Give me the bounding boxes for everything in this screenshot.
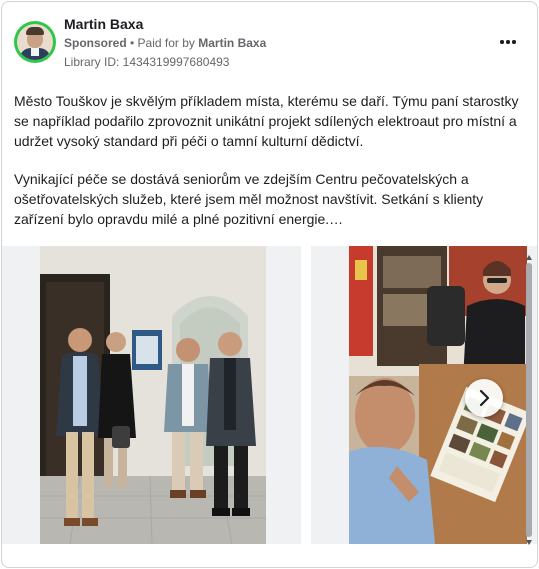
author-name[interactable]: Martin Baxa (64, 16, 143, 32)
scrollbar[interactable] (525, 255, 533, 547)
post-body: Město Touškov je skvělým příkladem místa… (14, 91, 524, 247)
sponsored-label: Sponsored (64, 36, 127, 50)
paid-for-name: Martin Baxa (198, 36, 267, 50)
scroll-up-icon[interactable] (526, 255, 532, 260)
avatar-photo (17, 24, 53, 60)
more-options-icon[interactable] (497, 32, 519, 52)
carousel-slide[interactable] (2, 246, 301, 544)
meta-separator: • (126, 36, 138, 50)
chevron-right-icon (479, 389, 490, 407)
ad-card: Martin Baxa Sponsored • Paid for by Mart… (1, 1, 538, 568)
post-paragraph: Vynikající péče se dostává seniorům ve z… (14, 171, 484, 227)
scroll-thumb[interactable] (526, 263, 532, 537)
avatar[interactable] (14, 21, 56, 63)
group-photo (40, 246, 266, 544)
paid-for-prefix: Paid for by (137, 36, 199, 50)
carousel-slide[interactable] (311, 246, 537, 544)
sponsored-line: Sponsored • Paid for by Martin Baxa (64, 36, 266, 50)
library-id: Library ID: 1434319997680493 (64, 55, 230, 69)
carousel-next-button[interactable] (465, 379, 503, 417)
scroll-down-icon[interactable] (526, 540, 532, 545)
post-paragraph: Město Touškov je skvělým příkladem místa… (14, 93, 519, 149)
image-carousel (2, 246, 537, 544)
